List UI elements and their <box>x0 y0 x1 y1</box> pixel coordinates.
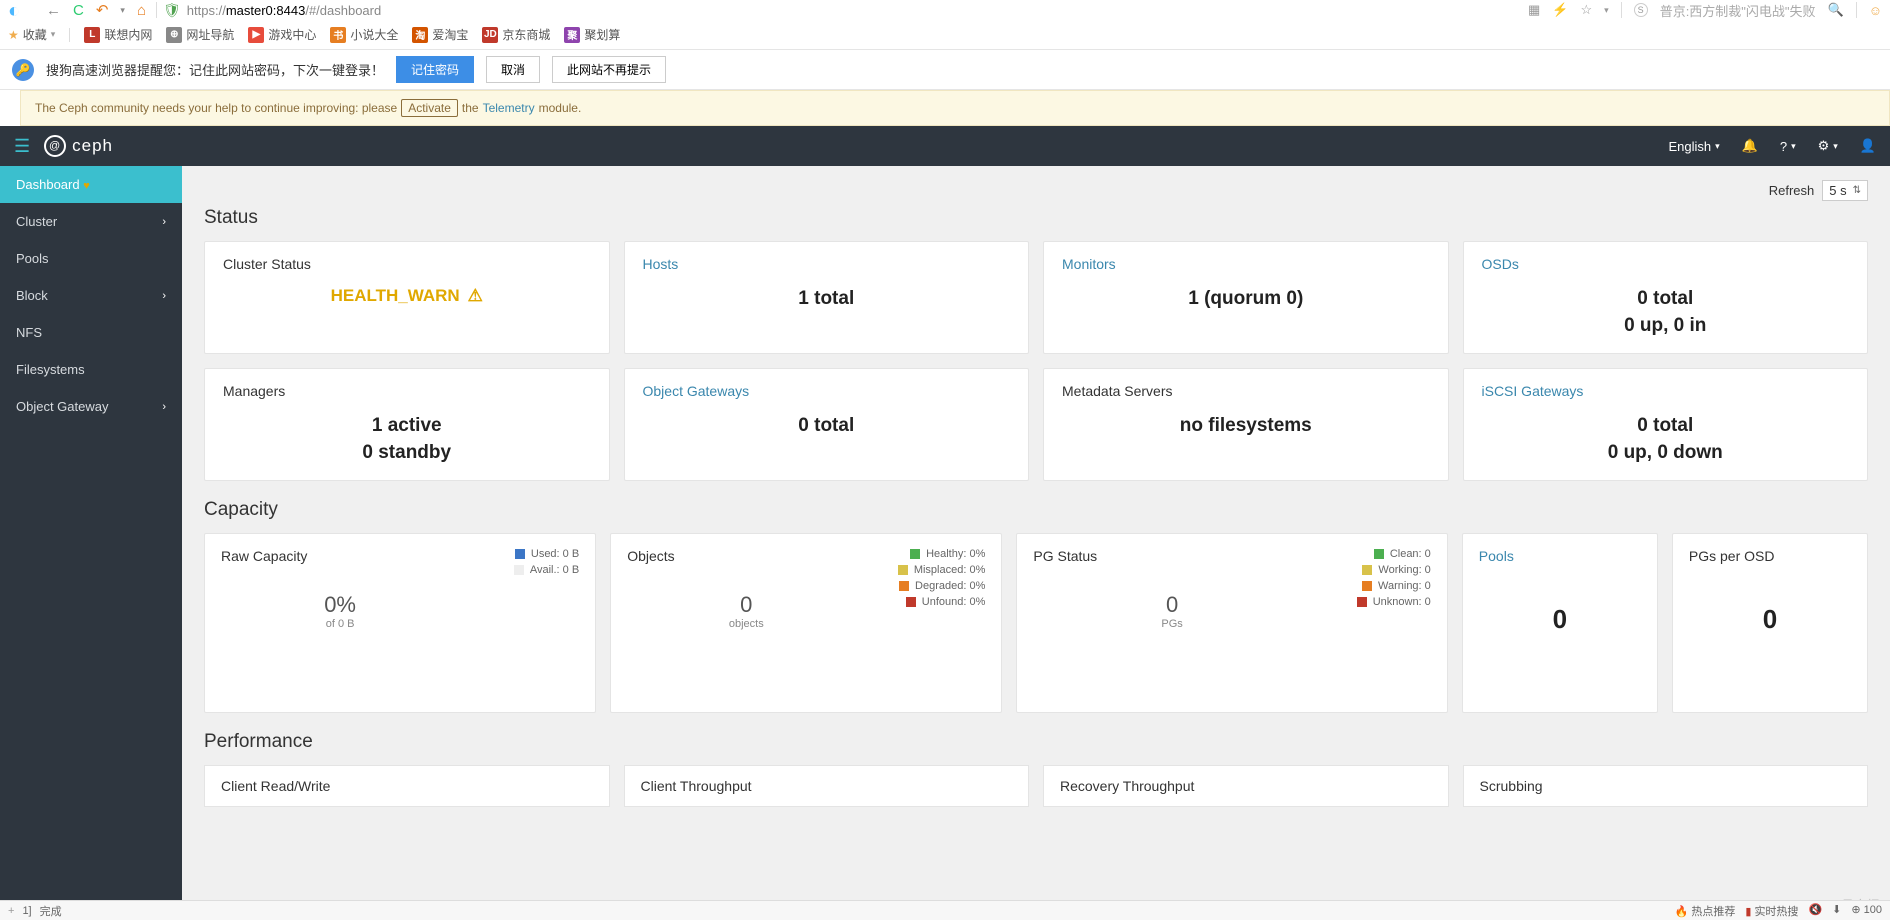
password-banner-text: 搜狗高速浏览器提醒您：记住此网站密码，下次一键登录！ <box>46 60 384 79</box>
section-capacity-title: Capacity <box>204 499 1868 521</box>
cancel-button[interactable]: 取消 <box>486 56 540 83</box>
main-content: Refresh 5 s⇅ Status Cluster Status HEALT… <box>182 166 1890 920</box>
card-objects: Objects 0objects Healthy: 0% Misplaced: … <box>610 533 1002 713</box>
language-dropdown[interactable]: English▾ <box>1669 139 1720 154</box>
card-iscsi-gateways: iSCSI Gateways 0 total0 up, 0 down <box>1463 368 1869 481</box>
card-client-rw: Client Read/Write <box>204 765 610 807</box>
download-icon[interactable]: ⬇ <box>1832 903 1841 919</box>
card-object-gateways: Object Gateways 0 total <box>624 368 1030 481</box>
live-trending-button[interactable]: ▮ 实时热搜 <box>1745 903 1798 919</box>
key-icon: 🔑 <box>12 59 34 81</box>
card-link-monitors[interactable]: Monitors <box>1062 256 1430 272</box>
browser-status-bar: + 1] 完成 🔥 热点推荐 ▮ 实时热搜 🔇 ⬇ ⊕ 100 <box>0 900 1890 920</box>
card-monitors: Monitors 1 (quorum 0) <box>1043 241 1449 354</box>
sidebar-item-dashboard[interactable]: Dashboard ♥ <box>0 166 182 203</box>
card-link-osds[interactable]: OSDs <box>1482 256 1850 272</box>
card-hosts: Hosts 1 total <box>624 241 1030 354</box>
sidebar-item-filesystems[interactable]: Filesystems <box>0 351 182 388</box>
card-recovery-throughput: Recovery Throughput <box>1043 765 1449 807</box>
ceph-navbar: ☰ @ ceph English▾ 🔔 ?▾ ⚙▾ 👤 <box>0 126 1890 166</box>
card-raw-capacity: Raw Capacity 0%of 0 B Used: 0 B Avail.: … <box>204 533 596 713</box>
never-prompt-button[interactable]: 此网站不再提示 <box>552 56 666 83</box>
card-pools: Pools 0 <box>1462 533 1658 713</box>
mute-icon[interactable]: 🔇 <box>1808 903 1822 919</box>
hot-news-button[interactable]: 🔥 热点推荐 <box>1675 903 1736 919</box>
menu-toggle-icon[interactable]: ☰ <box>14 136 30 157</box>
url-bar[interactable]: 🛡 https://master0:8443/#/dashboard <box>156 2 1518 19</box>
sidebar-item-block[interactable]: Block› <box>0 277 182 314</box>
health-heart-icon: ♥ <box>83 180 90 192</box>
qr-icon[interactable]: ▦ <box>1528 2 1540 18</box>
telemetry-link[interactable]: Telemetry <box>483 101 535 115</box>
favorites-button[interactable]: ★收藏▾ <box>8 26 55 43</box>
card-link-ogw[interactable]: Object Gateways <box>643 383 1011 399</box>
help-icon[interactable]: ?▾ <box>1780 139 1796 154</box>
card-client-throughput: Client Throughput <box>624 765 1030 807</box>
dropdown-icon[interactable]: ▾ <box>120 5 125 16</box>
card-cluster-status: Cluster Status HEALTH_WARN⚠ <box>204 241 610 354</box>
card-link-iscsi[interactable]: iSCSI Gateways <box>1482 383 1850 399</box>
telemetry-banner: The Ceph community needs your help to co… <box>20 90 1890 126</box>
undo-icon[interactable]: ↶ <box>96 1 109 19</box>
more-icon[interactable]: ▾ <box>1604 5 1609 16</box>
bookmark-item[interactable]: JD京东商城 <box>482 26 550 43</box>
sogou-icon: S <box>1634 3 1648 17</box>
search-hint[interactable]: 普京:西方制裁"闪电战"失败 <box>1660 1 1816 20</box>
zoom-icon[interactable]: ⊕ 100 <box>1851 903 1882 919</box>
bookmark-item[interactable]: 淘爱淘宝 <box>412 26 468 43</box>
section-performance-title: Performance <box>204 731 1868 753</box>
star-icon[interactable]: ☆ <box>1581 2 1593 18</box>
flash-icon[interactable]: ⚡ <box>1552 2 1568 18</box>
bookmarks-bar: ★收藏▾ L联想内网 ⊕网址导航 ▶游戏中心 书小说大全 淘爱淘宝 JD京东商城… <box>0 20 1890 50</box>
sidebar-item-pools[interactable]: Pools <box>0 240 182 277</box>
card-scrubbing: Scrubbing <box>1463 765 1869 807</box>
sidebar-item-nfs[interactable]: NFS <box>0 314 182 351</box>
refresh-label: Refresh <box>1769 183 1815 198</box>
card-link-pools[interactable]: Pools <box>1479 548 1641 564</box>
password-save-banner: 🔑 搜狗高速浏览器提醒您：记住此网站密码，下次一键登录！ 记住密码 取消 此网站… <box>0 50 1890 90</box>
card-metadata-servers: Metadata Servers no filesystems <box>1043 368 1449 481</box>
user-icon[interactable]: ☺ <box>1869 3 1882 18</box>
card-osds: OSDs 0 total0 up, 0 in <box>1463 241 1869 354</box>
chevron-right-icon: › <box>162 216 166 228</box>
warning-icon: ⚠ <box>468 286 483 306</box>
chevron-right-icon: › <box>162 401 166 413</box>
bookmark-item[interactable]: ⊕网址导航 <box>166 26 234 43</box>
card-managers: Managers 1 active0 standby <box>204 368 610 481</box>
search-icon[interactable]: 🔍 <box>1828 2 1844 18</box>
card-link-hosts[interactable]: Hosts <box>643 256 1011 272</box>
activate-button[interactable]: Activate <box>401 99 458 117</box>
sidebar-item-cluster[interactable]: Cluster› <box>0 203 182 240</box>
card-pg-status: PG Status 0PGs Clean: 0 Working: 0 Warni… <box>1016 533 1447 713</box>
chevron-right-icon: › <box>162 290 166 302</box>
ceph-logo-icon: @ <box>44 135 66 157</box>
bookmark-item[interactable]: L联想内网 <box>84 26 152 43</box>
home-icon[interactable]: ⌂ <box>137 2 146 19</box>
reload-icon[interactable]: C <box>73 2 84 19</box>
remember-password-button[interactable]: 记住密码 <box>396 56 474 83</box>
ceph-logo[interactable]: @ ceph <box>44 135 113 157</box>
settings-icon[interactable]: ⚙▾ <box>1818 138 1838 154</box>
refresh-interval-select[interactable]: 5 s⇅ <box>1822 180 1868 201</box>
browser-logo-icon: ◐ <box>8 0 36 20</box>
browser-toolbar: ◐ ← C ↶ ▾ ⌂ 🛡 https://master0:8443/#/das… <box>0 0 1890 20</box>
bookmark-item[interactable]: ▶游戏中心 <box>248 26 316 43</box>
notifications-icon[interactable]: 🔔 <box>1742 138 1758 154</box>
bookmark-item[interactable]: 书小说大全 <box>330 26 398 43</box>
card-pgs-per-osd: PGs per OSD 0 <box>1672 533 1868 713</box>
section-status-title: Status <box>204 207 1868 229</box>
user-menu-icon[interactable]: 👤 <box>1860 138 1876 154</box>
sidebar: Dashboard ♥ Cluster› Pools Block› NFS Fi… <box>0 166 182 920</box>
shield-icon: 🛡 <box>163 2 181 19</box>
sidebar-item-object-gateway[interactable]: Object Gateway› <box>0 388 182 425</box>
back-icon[interactable]: ← <box>46 2 61 19</box>
bookmark-item[interactable]: 聚聚划算 <box>564 26 620 43</box>
health-warn-badge[interactable]: HEALTH_WARN⚠ <box>223 286 591 306</box>
